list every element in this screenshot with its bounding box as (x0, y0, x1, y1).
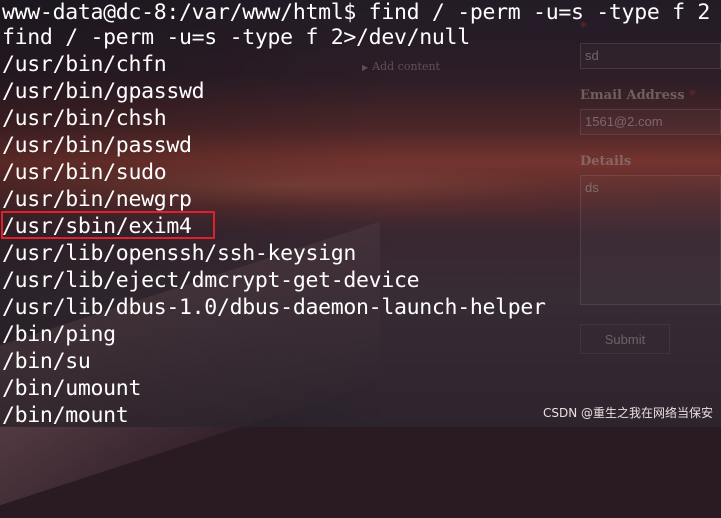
terminal-output-line: /bin/mount (2, 403, 129, 428)
terminal-window[interactable]: www-data@dc-8:/var/www/html$ find / -per… (0, 0, 721, 428)
terminal-output-line: /usr/lib/eject/dmcrypt-get-device (2, 268, 420, 293)
exim4-highlight-box (1, 211, 215, 239)
terminal-output-line: /bin/ping (2, 322, 116, 347)
terminal-output-line: /usr/lib/openssh/ssh-keysign (2, 241, 357, 266)
terminal-prompt-line: www-data@dc-8:/var/www/html$ find / -per… (2, 0, 711, 25)
terminal-output-line: /usr/lib/dbus-1.0/dbus-daemon-launch-hel… (2, 295, 546, 320)
csdn-watermark: CSDN @重生之我在网络当保安 (542, 406, 713, 420)
terminal-output-line: /bin/su (2, 349, 91, 374)
terminal-output-line: /usr/bin/newgrp (2, 187, 192, 212)
terminal-output-line: /usr/bin/chsh (2, 106, 167, 131)
terminal-output-line: /usr/bin/sudo (2, 160, 167, 185)
terminal-output-line: /usr/bin/chfn (2, 52, 167, 77)
terminal-output-line: /usr/bin/gpasswd (2, 79, 205, 104)
terminal-output-line: /usr/bin/passwd (2, 133, 192, 158)
terminal-command-echo: find / -perm -u=s -type f 2>/dev/null (2, 25, 470, 50)
terminal-output-line: /bin/umount (2, 376, 142, 401)
